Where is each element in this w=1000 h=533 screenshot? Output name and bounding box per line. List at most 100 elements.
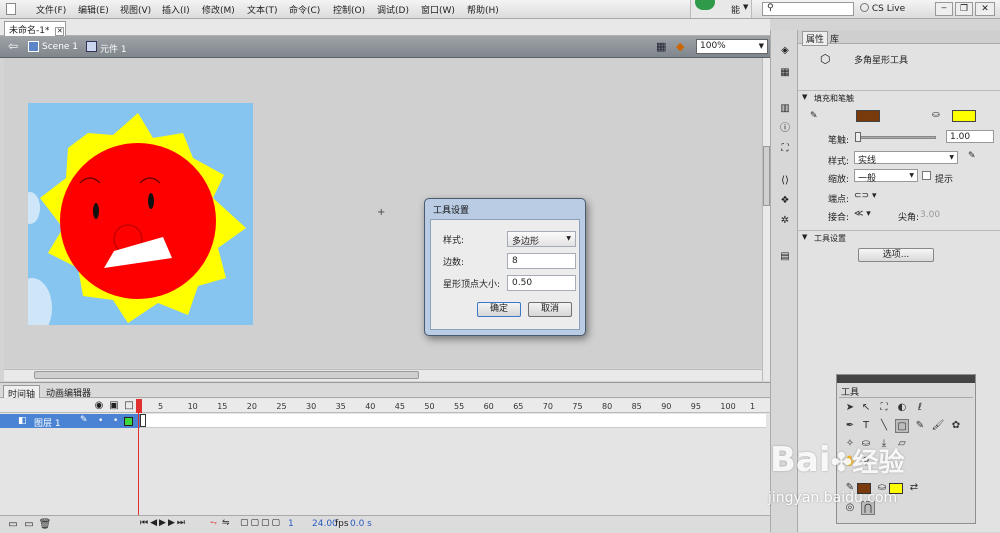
stroke-style-select[interactable]: 实线 ▼: [854, 151, 958, 166]
dialog-body: 样式: 多边形 ▼ 边数: 8 星形顶点大小: 0.50 确定 取消: [430, 219, 580, 330]
stroke-width-input[interactable]: 1.00: [946, 130, 994, 143]
layer-row[interactable]: ◧ 图层 1 ✎ • •: [0, 414, 140, 429]
history-icon[interactable]: ▤: [778, 250, 792, 264]
sun-artwork[interactable]: [28, 103, 253, 325]
eye-icon[interactable]: ◉: [92, 399, 106, 413]
sides-input-value: 8: [512, 256, 518, 266]
deco-tool-icon[interactable]: ✿: [949, 419, 963, 433]
motion-presets-icon[interactable]: ✲: [778, 214, 792, 228]
document-tab[interactable]: 未命名-1* ✕: [4, 21, 66, 36]
sides-input[interactable]: 8: [507, 253, 576, 269]
chevron-down-icon: ▼: [802, 233, 808, 241]
3d-rotation-tool-icon[interactable]: ◐: [895, 401, 909, 415]
pencil-tool-icon[interactable]: ✎: [913, 419, 927, 433]
swap-colors-icon[interactable]: ⇄: [907, 481, 921, 495]
cap-style-icon[interactable]: ⊂⊃ ▾: [854, 191, 876, 201]
layer-visible-dot[interactable]: •: [98, 416, 103, 426]
brush-tool-icon[interactable]: 🖌: [931, 419, 945, 433]
menu-edit[interactable]: 编辑(E): [78, 3, 109, 16]
section-tool-settings[interactable]: ▼ 工具设置: [798, 230, 1000, 243]
tab-properties[interactable]: 属性: [802, 31, 829, 46]
cancel-button[interactable]: 取消: [528, 302, 572, 317]
free-transform-tool-icon[interactable]: ⛶: [877, 401, 891, 415]
ok-button[interactable]: 确定: [477, 302, 521, 317]
onion-skin-icon[interactable]: ⥊: [210, 518, 217, 528]
playback-controls-icon[interactable]: ⏮◀▶▶⏭: [140, 518, 187, 528]
polystar-tool-icon[interactable]: ▢: [895, 419, 909, 433]
edit-stroke-style-icon[interactable]: ✎: [968, 151, 976, 161]
horizontal-scrollbar[interactable]: [4, 369, 762, 381]
section-fill-stroke[interactable]: ▼ 填充和笔触: [798, 90, 1000, 103]
vertical-scrollbar[interactable]: [762, 58, 770, 381]
align-icon[interactable]: ▥: [778, 102, 792, 116]
tab-timeline[interactable]: 时间轴: [3, 385, 41, 400]
frame-row[interactable]: [140, 414, 766, 428]
tab-motion-editor[interactable]: 动画编辑器: [42, 385, 95, 399]
info-icon[interactable]: ⓘ: [778, 122, 792, 136]
star-point-size-input[interactable]: 0.50: [507, 275, 576, 291]
layer-lock-dot[interactable]: •: [113, 416, 118, 426]
tools-panel-header[interactable]: [837, 375, 975, 383]
back-arrow-icon[interactable]: ⇦: [8, 39, 18, 53]
layer-outline-color[interactable]: [124, 417, 133, 426]
lock-icon[interactable]: ▣: [107, 399, 121, 413]
search-field[interactable]: ⚲: [762, 2, 854, 16]
menu-debug[interactable]: 调试(D): [377, 3, 409, 16]
tab-library[interactable]: 库: [830, 32, 839, 45]
text-tool-icon[interactable]: T: [859, 419, 873, 433]
close-tab-icon[interactable]: ✕: [55, 27, 65, 36]
edit-scene-icon[interactable]: ▦: [656, 40, 666, 53]
maximize-button[interactable]: ❐: [955, 2, 973, 16]
menu-modify[interactable]: 修改(M): [202, 3, 235, 16]
symbol-breadcrumb[interactable]: 元件 1: [100, 42, 127, 55]
stage-area[interactable]: + 工具设置 样式: 多边形 ▼ 边数: 8 星形顶点大小: 0.50 确定 取…: [4, 58, 762, 368]
keyframe[interactable]: [140, 414, 146, 427]
hint-checkbox[interactable]: [922, 171, 931, 180]
onion-skin-markers-icon[interactable]: ▢▢▢▢: [240, 518, 282, 528]
new-layer-icon[interactable]: ▭: [6, 518, 20, 532]
menu-text[interactable]: 文本(T): [247, 3, 278, 16]
minimize-button[interactable]: ‒: [935, 2, 953, 16]
delete-layer-icon[interactable]: 🗑: [38, 518, 52, 532]
cs-live-button[interactable]: CS Live: [860, 3, 905, 14]
menu-view[interactable]: 视图(V): [120, 3, 151, 16]
fill-color-swatch[interactable]: [952, 110, 976, 122]
swatches-icon[interactable]: ◈: [778, 44, 792, 58]
scene-breadcrumb[interactable]: Scene 1: [42, 42, 78, 52]
join-style-icon[interactable]: ≪ ▾: [854, 209, 871, 219]
pen-tool-icon[interactable]: ✒: [843, 419, 857, 433]
stroke-color-swatch[interactable]: [856, 110, 880, 122]
close-button[interactable]: ✕: [975, 2, 995, 16]
menu-window[interactable]: 窗口(W): [421, 3, 455, 16]
horizontal-scroll-thumb[interactable]: [34, 371, 419, 379]
components-icon[interactable]: ❖: [778, 194, 792, 208]
layer-name[interactable]: 图层 1: [34, 416, 61, 429]
menu-file[interactable]: 文件(F): [36, 3, 66, 16]
stroke-width-slider[interactable]: [855, 132, 936, 142]
style-select[interactable]: 多边形 ▼: [507, 231, 576, 247]
selection-tool-icon[interactable]: ➤: [843, 401, 857, 415]
menu-commands[interactable]: 命令(C): [289, 3, 320, 16]
menu-help[interactable]: 帮助(H): [467, 3, 499, 16]
vertical-scroll-thumb[interactable]: [763, 146, 770, 206]
menu-control[interactable]: 控制(O): [333, 3, 365, 16]
grid-icon[interactable]: ▦: [778, 66, 792, 80]
outline-icon[interactable]: □: [122, 399, 136, 413]
code-icon[interactable]: ⟨⟩: [778, 174, 792, 188]
loop-icon[interactable]: ⇋: [222, 518, 230, 528]
edit-symbols-icon[interactable]: ◆: [676, 40, 684, 53]
miter-value[interactable]: 3.00: [920, 210, 940, 220]
options-button[interactable]: 选项...: [858, 248, 934, 262]
zoom-select[interactable]: 100% ▼: [696, 39, 768, 54]
workspace-switcher[interactable]: 能 ▼: [690, 0, 752, 18]
line-tool-icon[interactable]: ╲: [877, 419, 891, 433]
new-folder-icon[interactable]: ▭: [22, 518, 36, 532]
lasso-tool-icon[interactable]: ℓ: [913, 401, 927, 415]
transform-icon[interactable]: ⛶: [778, 142, 792, 156]
menu-insert[interactable]: 插入(I): [162, 3, 190, 16]
scale-select[interactable]: 一般 ▼: [854, 169, 918, 184]
stroke-width-slider-thumb[interactable]: [855, 132, 861, 142]
current-frame[interactable]: 1: [288, 519, 294, 529]
subselection-tool-icon[interactable]: ↖: [859, 401, 873, 415]
frame-rate[interactable]: 24.00: [312, 519, 338, 529]
